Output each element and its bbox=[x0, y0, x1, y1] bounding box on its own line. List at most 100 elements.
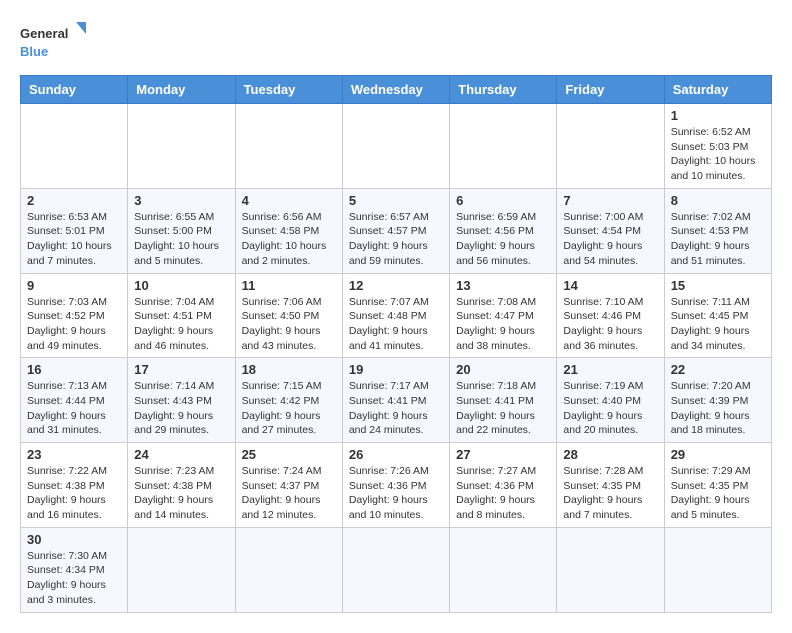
day-number: 28 bbox=[563, 447, 657, 462]
calendar-cell: 13 Sunrise: 7:08 AM Sunset: 4:47 PM Dayli… bbox=[450, 273, 557, 358]
weekday-header-tuesday: Tuesday bbox=[235, 76, 342, 104]
calendar-cell: 3 Sunrise: 6:55 AM Sunset: 5:00 PM Daylig… bbox=[128, 188, 235, 273]
weekday-header-friday: Friday bbox=[557, 76, 664, 104]
day-number: 9 bbox=[27, 278, 121, 293]
calendar-cell: 26Sunrise: 7:26 AM Sunset: 4:36 PM Dayli… bbox=[342, 443, 449, 528]
day-info: Sunrise: 7:02 AM Sunset: 4:53 PM Dayligh… bbox=[671, 210, 765, 269]
weekday-header-monday: Monday bbox=[128, 76, 235, 104]
calendar-week-row: 30 Sunrise: 7:30 AM Sunset: 4:34 PM Dayli… bbox=[21, 527, 772, 612]
day-number: 23 bbox=[27, 447, 121, 462]
logo-svg: General Blue bbox=[20, 20, 90, 65]
day-info: Sunrise: 6:55 AM Sunset: 5:00 PM Dayligh… bbox=[134, 210, 228, 269]
day-number: 11 bbox=[242, 278, 336, 293]
day-info: Sunrise: 6:52 AM Sunset: 5:03 PM Dayligh… bbox=[671, 125, 765, 184]
day-info: Sunrise: 7:10 AM Sunset: 4:46 PM Dayligh… bbox=[563, 295, 657, 354]
day-info: Sunrise: 7:13 AM Sunset: 4:44 PM Dayligh… bbox=[27, 379, 121, 438]
svg-text:General: General bbox=[20, 26, 68, 41]
calendar-cell: 5Sunrise: 6:57 AM Sunset: 4:57 PM Daylig… bbox=[342, 188, 449, 273]
calendar-week-row: 1 Sunrise: 6:52 AM Sunset: 5:03 PM Daylig… bbox=[21, 104, 772, 189]
calendar-cell: 10Sunrise: 7:04 AM Sunset: 4:51 PM Dayli… bbox=[128, 273, 235, 358]
day-number: 4 bbox=[242, 193, 336, 208]
day-info: Sunrise: 7:19 AM Sunset: 4:40 PM Dayligh… bbox=[563, 379, 657, 438]
calendar-table: SundayMondayTuesdayWednesdayThursdayFrid… bbox=[20, 75, 772, 613]
calendar-cell bbox=[235, 104, 342, 189]
day-info: Sunrise: 7:18 AM Sunset: 4:41 PM Dayligh… bbox=[456, 379, 550, 438]
calendar-cell bbox=[450, 104, 557, 189]
calendar-cell: 8 Sunrise: 7:02 AM Sunset: 4:53 PM Daylig… bbox=[664, 188, 771, 273]
page-header: General Blue bbox=[20, 20, 772, 65]
day-number: 26 bbox=[349, 447, 443, 462]
day-number: 17 bbox=[134, 362, 228, 377]
day-info: Sunrise: 7:24 AM Sunset: 4:37 PM Dayligh… bbox=[242, 464, 336, 523]
calendar-cell bbox=[128, 104, 235, 189]
calendar-cell: 22Sunrise: 7:20 AM Sunset: 4:39 PM Dayli… bbox=[664, 358, 771, 443]
calendar-cell: 30 Sunrise: 7:30 AM Sunset: 4:34 PM Dayli… bbox=[21, 527, 128, 612]
calendar-cell: 25 Sunrise: 7:24 AM Sunset: 4:37 PM Dayli… bbox=[235, 443, 342, 528]
day-number: 16 bbox=[27, 362, 121, 377]
day-number: 7 bbox=[563, 193, 657, 208]
calendar-cell: 20 Sunrise: 7:18 AM Sunset: 4:41 PM Dayli… bbox=[450, 358, 557, 443]
day-info: Sunrise: 7:07 AM Sunset: 4:48 PM Dayligh… bbox=[349, 295, 443, 354]
day-number: 3 bbox=[134, 193, 228, 208]
day-number: 24 bbox=[134, 447, 228, 462]
calendar-cell bbox=[557, 527, 664, 612]
svg-text:Blue: Blue bbox=[20, 44, 48, 59]
day-info: Sunrise: 7:28 AM Sunset: 4:35 PM Dayligh… bbox=[563, 464, 657, 523]
day-number: 30 bbox=[27, 532, 121, 547]
day-number: 14 bbox=[563, 278, 657, 293]
day-info: Sunrise: 7:23 AM Sunset: 4:38 PM Dayligh… bbox=[134, 464, 228, 523]
day-info: Sunrise: 7:03 AM Sunset: 4:52 PM Dayligh… bbox=[27, 295, 121, 354]
calendar-cell bbox=[235, 527, 342, 612]
day-info: Sunrise: 7:08 AM Sunset: 4:47 PM Dayligh… bbox=[456, 295, 550, 354]
calendar-cell: 15 Sunrise: 7:11 AM Sunset: 4:45 PM Dayli… bbox=[664, 273, 771, 358]
weekday-header-sunday: Sunday bbox=[21, 76, 128, 104]
calendar-cell: 1 Sunrise: 6:52 AM Sunset: 5:03 PM Daylig… bbox=[664, 104, 771, 189]
day-info: Sunrise: 7:27 AM Sunset: 4:36 PM Dayligh… bbox=[456, 464, 550, 523]
day-info: Sunrise: 7:20 AM Sunset: 4:39 PM Dayligh… bbox=[671, 379, 765, 438]
day-number: 1 bbox=[671, 108, 765, 123]
day-info: Sunrise: 7:11 AM Sunset: 4:45 PM Dayligh… bbox=[671, 295, 765, 354]
calendar-cell: 9 Sunrise: 7:03 AM Sunset: 4:52 PM Daylig… bbox=[21, 273, 128, 358]
calendar-cell: 27 Sunrise: 7:27 AM Sunset: 4:36 PM Dayli… bbox=[450, 443, 557, 528]
day-number: 13 bbox=[456, 278, 550, 293]
day-number: 27 bbox=[456, 447, 550, 462]
day-info: Sunrise: 6:56 AM Sunset: 4:58 PM Dayligh… bbox=[242, 210, 336, 269]
calendar-cell: 4 Sunrise: 6:56 AM Sunset: 4:58 PM Daylig… bbox=[235, 188, 342, 273]
day-number: 6 bbox=[456, 193, 550, 208]
day-number: 25 bbox=[242, 447, 336, 462]
calendar-cell bbox=[557, 104, 664, 189]
day-info: Sunrise: 7:04 AM Sunset: 4:51 PM Dayligh… bbox=[134, 295, 228, 354]
day-info: Sunrise: 6:57 AM Sunset: 4:57 PM Dayligh… bbox=[349, 210, 443, 269]
calendar-header-row: SundayMondayTuesdayWednesdayThursdayFrid… bbox=[21, 76, 772, 104]
day-info: Sunrise: 7:06 AM Sunset: 4:50 PM Dayligh… bbox=[242, 295, 336, 354]
day-info: Sunrise: 7:30 AM Sunset: 4:34 PM Dayligh… bbox=[27, 549, 121, 608]
day-info: Sunrise: 7:15 AM Sunset: 4:42 PM Dayligh… bbox=[242, 379, 336, 438]
calendar-cell: 19Sunrise: 7:17 AM Sunset: 4:41 PM Dayli… bbox=[342, 358, 449, 443]
day-number: 20 bbox=[456, 362, 550, 377]
day-number: 12 bbox=[349, 278, 443, 293]
weekday-header-thursday: Thursday bbox=[450, 76, 557, 104]
calendar-cell bbox=[450, 527, 557, 612]
day-number: 8 bbox=[671, 193, 765, 208]
day-info: Sunrise: 7:00 AM Sunset: 4:54 PM Dayligh… bbox=[563, 210, 657, 269]
calendar-week-row: 16 Sunrise: 7:13 AM Sunset: 4:44 PM Dayli… bbox=[21, 358, 772, 443]
calendar-cell: 11 Sunrise: 7:06 AM Sunset: 4:50 PM Dayli… bbox=[235, 273, 342, 358]
calendar-cell bbox=[664, 527, 771, 612]
weekday-header-saturday: Saturday bbox=[664, 76, 771, 104]
day-info: Sunrise: 7:14 AM Sunset: 4:43 PM Dayligh… bbox=[134, 379, 228, 438]
day-number: 15 bbox=[671, 278, 765, 293]
calendar-cell bbox=[342, 527, 449, 612]
calendar-cell: 17 Sunrise: 7:14 AM Sunset: 4:43 PM Dayli… bbox=[128, 358, 235, 443]
calendar-cell: 24 Sunrise: 7:23 AM Sunset: 4:38 PM Dayli… bbox=[128, 443, 235, 528]
day-number: 29 bbox=[671, 447, 765, 462]
weekday-header-wednesday: Wednesday bbox=[342, 76, 449, 104]
day-info: Sunrise: 6:53 AM Sunset: 5:01 PM Dayligh… bbox=[27, 210, 121, 269]
day-info: Sunrise: 7:22 AM Sunset: 4:38 PM Dayligh… bbox=[27, 464, 121, 523]
calendar-cell: 23 Sunrise: 7:22 AM Sunset: 4:38 PM Dayli… bbox=[21, 443, 128, 528]
calendar-cell: 7 Sunrise: 7:00 AM Sunset: 4:54 PM Daylig… bbox=[557, 188, 664, 273]
day-number: 21 bbox=[563, 362, 657, 377]
calendar-cell: 6Sunrise: 6:59 AM Sunset: 4:56 PM Daylig… bbox=[450, 188, 557, 273]
calendar-cell bbox=[21, 104, 128, 189]
calendar-week-row: 23 Sunrise: 7:22 AM Sunset: 4:38 PM Dayli… bbox=[21, 443, 772, 528]
day-info: Sunrise: 7:29 AM Sunset: 4:35 PM Dayligh… bbox=[671, 464, 765, 523]
